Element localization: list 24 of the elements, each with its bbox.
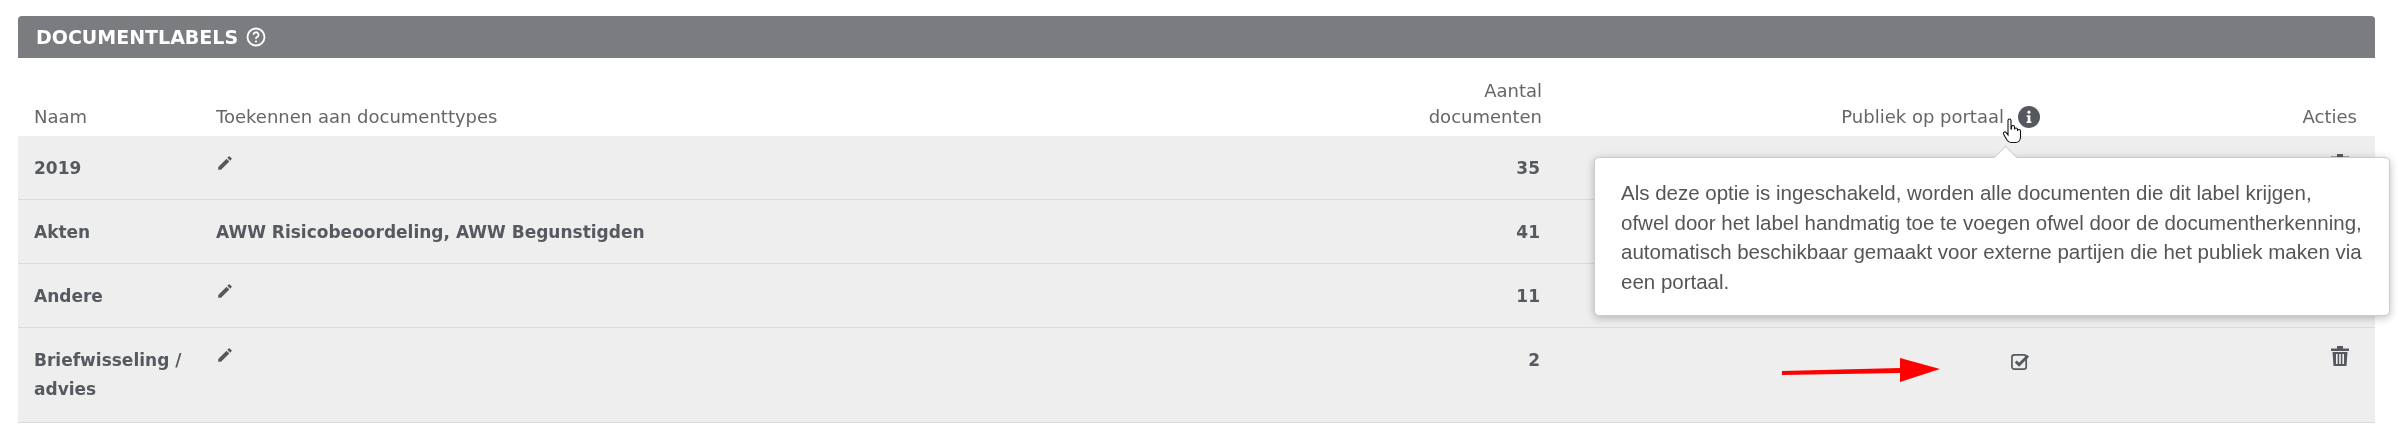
trash-icon[interactable] bbox=[2331, 346, 2349, 366]
panel-title: DOCUMENTLABELS bbox=[36, 26, 239, 48]
pencil-icon[interactable] bbox=[216, 346, 234, 364]
tooltip-text: Als deze optie is ingeschakeld, worden alle documenten die dit label krijgen, ofwel door het label handmatig toe te voegen ofwel door de documentherkenning, automatisch beschikbaar gemaakt voor externe partijen die het publiek maken via een portaal. bbox=[1621, 181, 2362, 294]
column-header: Aantal documenten bbox=[1428, 78, 1542, 129]
column-header: Toekennen aan documenttypes bbox=[216, 104, 498, 129]
column-header: Publiek op portaal bbox=[1841, 104, 2004, 129]
pencil-icon[interactable] bbox=[216, 154, 234, 172]
label-name: Briefwisseling / advies bbox=[34, 349, 183, 401]
document-count: 2 bbox=[1528, 349, 1540, 372]
document-count: 41 bbox=[1516, 221, 1540, 244]
hand-cursor-icon bbox=[2002, 118, 2022, 144]
document-count: 35 bbox=[1516, 157, 1540, 180]
column-header: Naam bbox=[34, 104, 88, 129]
document-types: AWW Risicobeoordeling, AWW Begunstigden bbox=[216, 221, 645, 244]
pencil-icon[interactable] bbox=[216, 282, 234, 300]
label-name: Andere bbox=[34, 285, 104, 308]
label-name: 2019 bbox=[34, 157, 83, 180]
document-count: 11 bbox=[1516, 285, 1540, 308]
help-icon[interactable] bbox=[246, 27, 267, 47]
info-icon[interactable] bbox=[2018, 105, 2040, 128]
label-name: Akten bbox=[34, 221, 92, 244]
column-header: Acties bbox=[2302, 104, 2357, 129]
checkbox[interactable] bbox=[2011, 352, 2030, 371]
